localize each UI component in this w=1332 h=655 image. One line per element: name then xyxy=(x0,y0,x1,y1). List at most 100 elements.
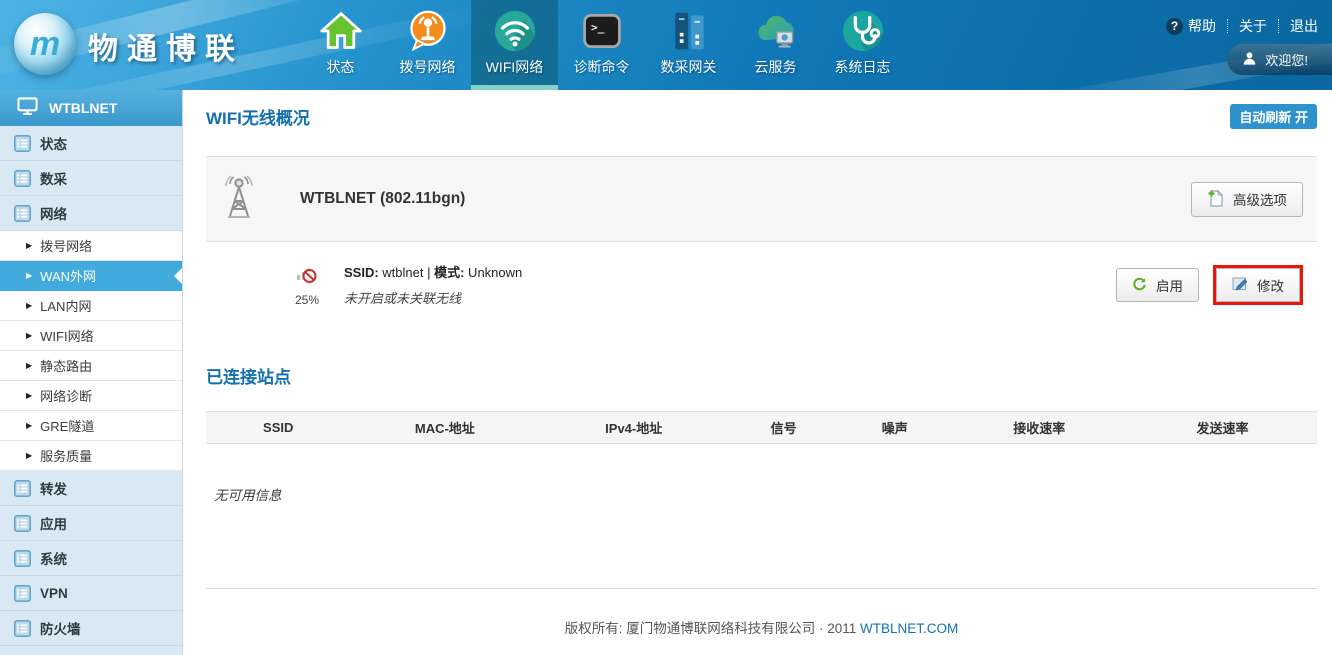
header-links: ? 帮助 关于 退出 xyxy=(1166,16,1318,36)
terminal-icon: >_ xyxy=(580,7,624,55)
nav-tab-label: 拨号网络 xyxy=(400,57,456,77)
arrow-right-icon: ▶ xyxy=(26,361,32,370)
copyright-text: 版权所有: 厦门物通博联网络科技有限公司 · 2011 xyxy=(565,621,860,636)
sidebar-item-net-diagnosis[interactable]: ▶ 网络诊断 xyxy=(0,381,182,411)
nav-tab-system-log[interactable]: 系统日志 xyxy=(819,0,906,90)
logout-link[interactable]: 退出 xyxy=(1290,16,1318,36)
sidebar-item-firewall[interactable]: 防火墙 xyxy=(0,611,182,646)
nav-tab-label: 系统日志 xyxy=(835,57,891,77)
ssid-mode-line: SSID: wtblnet | 模式: Unknown xyxy=(344,262,522,281)
sidebar-item-qos[interactable]: ▶服务质量 xyxy=(0,441,182,471)
monitor-icon xyxy=(17,97,38,119)
column-header: IPv4-地址 xyxy=(539,418,728,437)
arrow-right-icon: ▶ xyxy=(26,421,32,430)
column-header: 信号 xyxy=(728,418,839,437)
divider xyxy=(1278,19,1279,33)
sidebar-item-static-route[interactable]: ▶静态路由 xyxy=(0,351,182,381)
sidebar-item-label: GRE隧道 xyxy=(40,416,94,435)
page-plus-icon xyxy=(1207,189,1224,210)
nav-tab-dial-network[interactable]: 拨号网络 xyxy=(384,0,471,90)
nav-tab-cloud-service[interactable]: 云服务 xyxy=(732,0,819,90)
arrow-right-icon: ▶ xyxy=(26,451,32,460)
sidebar-item-label: LAN内网 xyxy=(40,296,91,315)
sidebar-item-label: 防火墙 xyxy=(40,618,81,638)
help-link[interactable]: ? 帮助 xyxy=(1166,16,1216,36)
sidebar-item-forward[interactable]: 转发 xyxy=(0,471,182,506)
brand-logo-glyph: m xyxy=(30,25,60,64)
nav-tab-status[interactable]: 状态 xyxy=(297,0,384,90)
no-info-text: 无可用信息 xyxy=(214,484,1317,504)
stethoscope-icon xyxy=(840,7,886,55)
sidebar-item-label: 网络诊断 xyxy=(40,386,92,405)
column-header: 噪声 xyxy=(839,418,950,437)
auto-refresh-toggle[interactable]: 自动刷新 开 xyxy=(1230,104,1317,129)
column-header: 接收速率 xyxy=(950,418,1128,437)
wtblnet-link[interactable]: WTBLNET.COM xyxy=(860,621,958,636)
nav-tab-wifi-network[interactable]: WIFI网络 xyxy=(471,0,558,90)
nav-tab-diagnostic-command[interactable]: >_ 诊断命令 xyxy=(558,0,645,90)
arrow-right-icon: ▶ xyxy=(26,391,32,400)
sidebar-header: WTBLNET xyxy=(0,90,182,126)
sidebar-item-dial-network[interactable]: ▶ 拨号网络 xyxy=(0,231,182,261)
sidebar-filler-row xyxy=(0,646,182,655)
nav-tab-label: 状态 xyxy=(327,57,355,77)
nav-tab-label: WIFI网络 xyxy=(486,57,544,77)
list-icon xyxy=(14,205,31,222)
wifi-ssid-row: 25% SSID: wtblnet | 模式: Unknown 未开启或未关联无… xyxy=(206,242,1317,333)
signal-disabled-icon xyxy=(295,272,319,289)
advanced-options-button[interactable]: 高级选项 xyxy=(1191,182,1303,217)
list-icon xyxy=(14,515,31,532)
signal-percent: 25% xyxy=(286,293,328,307)
enable-button-label: 启用 xyxy=(1156,275,1183,295)
sidebar-item-label: 网络 xyxy=(40,203,67,223)
list-icon xyxy=(14,550,31,567)
sidebar-item-vpn[interactable]: VPN xyxy=(0,576,182,611)
sidebar-item-network[interactable]: 网络 xyxy=(0,196,182,231)
sidebar-item-apps[interactable]: 应用 xyxy=(0,506,182,541)
sidebar-item-wifi-network[interactable]: ▶WIFI网络 xyxy=(0,321,182,351)
refresh-icon xyxy=(1132,276,1147,294)
main-content: WIFI无线概况 自动刷新 开 WTBLNET (802.11bgn) 高级选项… xyxy=(184,90,1332,655)
sidebar-item-label: 数采 xyxy=(40,168,67,188)
about-link[interactable]: 关于 xyxy=(1239,16,1267,36)
column-header: MAC-地址 xyxy=(350,418,539,437)
sidebar-item-wan[interactable]: ▶WAN外网 xyxy=(0,261,182,291)
arrow-right-icon: ▶ xyxy=(26,301,32,310)
nav-tab-label: 云服务 xyxy=(755,57,797,77)
sidebar-item-label: WIFI网络 xyxy=(40,326,93,345)
column-header: 发送速率 xyxy=(1128,418,1317,437)
welcome-text: 欢迎您! xyxy=(1265,50,1308,69)
broadcast-bubble-icon xyxy=(406,7,450,55)
footer-divider xyxy=(206,588,1317,589)
column-header: SSID xyxy=(206,420,350,435)
question-icon: ? xyxy=(1166,18,1183,35)
sidebar-item-label: WAN外网 xyxy=(40,266,96,285)
sidebar-item-system[interactable]: 系统 xyxy=(0,541,182,576)
wifi-status-text: 未开启或未关联无线 xyxy=(344,288,522,307)
sidebar-item-label: 应用 xyxy=(40,513,67,533)
sidebar-items: 状态数采网络▶拨号网络▶WAN外网▶LAN内网▶WIFI网络▶静态路由▶网络诊断… xyxy=(0,126,182,646)
sidebar-item-gre-tunnel[interactable]: ▶ GRE隧道 xyxy=(0,411,182,441)
connected-stations-title: 已连接站点 xyxy=(206,363,1317,388)
sidebar-item-label: 状态 xyxy=(40,133,67,153)
sidebar-item-lan[interactable]: ▶ LAN内网 xyxy=(0,291,182,321)
sidebar-item-status[interactable]: 状态 xyxy=(0,126,182,161)
modify-button[interactable]: 修改 xyxy=(1216,268,1300,302)
list-icon xyxy=(14,480,31,497)
home-icon xyxy=(319,7,363,55)
sidebar-item-data-collect[interactable]: 数采 xyxy=(0,161,182,196)
wifi-device-panel-header: WTBLNET (802.11bgn) 高级选项 xyxy=(206,156,1317,242)
sidebar-title: WTBLNET xyxy=(49,100,117,116)
list-icon xyxy=(14,135,31,152)
brand-name: 物通博联 xyxy=(88,24,244,68)
enable-button[interactable]: 启用 xyxy=(1116,268,1199,302)
stations-table-header: SSIDMAC-地址IPv4-地址信号噪声接收速率发送速率 xyxy=(206,411,1317,444)
help-link-label: 帮助 xyxy=(1188,16,1216,36)
wifi-device-title: WTBLNET (802.11bgn) xyxy=(300,190,465,208)
nav-tab-data-gateway[interactable]: 数采网关 xyxy=(645,0,732,90)
highlight-red-box: 修改 xyxy=(1213,265,1303,305)
sidebar-item-label: 拨号网络 xyxy=(40,236,92,255)
arrow-right-icon: ▶ xyxy=(26,241,32,250)
sidebar: WTBLNET 状态数采网络▶拨号网络▶WAN外网▶LAN内网▶WIFI网络▶静… xyxy=(0,90,183,655)
wifi-icon xyxy=(492,7,538,55)
